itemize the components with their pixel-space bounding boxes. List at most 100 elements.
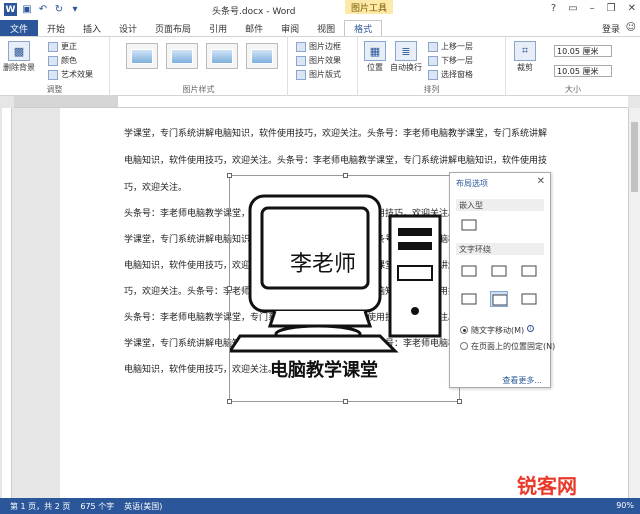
behind-text-wrap-icon[interactable] (490, 291, 508, 307)
tab-insert[interactable]: 插入 (74, 20, 110, 36)
adjust-group-label: 调整 (46, 85, 63, 94)
inline-wrap-icon[interactable] (460, 217, 478, 233)
corrections-icon (48, 41, 58, 52)
resize-handle[interactable] (343, 399, 348, 404)
adjust-group: ▩ 删除背景 更正 颜色 艺术效果 调整 (0, 37, 110, 97)
resize-handle[interactable] (227, 286, 232, 291)
info-icon: i (527, 325, 535, 332)
wrap-section: 文字环绕 (456, 243, 544, 255)
selected-picture[interactable]: 李老师 电脑教学课堂 (227, 173, 462, 404)
see-more-link[interactable]: 查看更多... (502, 375, 542, 386)
artistic-effects-icon (48, 69, 58, 80)
login-link[interactable]: 登录 (602, 22, 620, 35)
watermark: 锐客网 (517, 474, 577, 498)
style-thumb-1[interactable] (126, 43, 158, 69)
position-button[interactable]: ▦ 位置 (364, 41, 386, 73)
layout-options-panel: 布局选项 ✕ 嵌入型 文字环绕 随文字移动(M) i 在页面上的位置固定(N) … (449, 172, 555, 388)
corrections-button[interactable]: 更正 (48, 41, 77, 52)
position-icon: ▦ (364, 41, 386, 61)
color-icon (48, 55, 58, 66)
layout-icon (296, 69, 306, 80)
selection-pane-button[interactable]: 选择窗格 (428, 69, 473, 80)
ribbon-display-icon[interactable]: ▭ (568, 3, 577, 14)
text-line: 巧，欢迎关注。 (124, 183, 188, 193)
vertical-scrollbar[interactable] (628, 108, 640, 498)
tab-mailings[interactable]: 邮件 (236, 20, 272, 36)
tab-format[interactable]: 格式 (344, 20, 383, 36)
undo-icon[interactable]: ↶ (37, 3, 49, 15)
restore-icon[interactable]: ❐ (607, 3, 616, 14)
style-thumb-3[interactable] (206, 43, 238, 69)
picture-caption-text: 电脑教学课堂 (270, 359, 378, 381)
send-backward-button[interactable]: 下移一层 (428, 55, 473, 66)
tab-references[interactable]: 引用 (200, 20, 236, 36)
resize-handle[interactable] (227, 173, 232, 178)
computer-drawing: 李老师 电脑教学课堂 (227, 194, 442, 381)
vertical-ruler (2, 108, 12, 498)
tab-file[interactable]: 文件 (0, 20, 38, 36)
picture-tools-label: 图片工具 (345, 0, 393, 14)
tight-wrap-icon[interactable] (490, 263, 508, 279)
artistic-effects-button[interactable]: 艺术效果 (48, 69, 93, 80)
picture-name-text: 李老师 (290, 252, 356, 277)
radio-selected[interactable] (460, 326, 468, 334)
close-icon[interactable]: ✕ (537, 176, 545, 187)
size-group-label: 大小 (565, 85, 581, 94)
word-logo-icon: W (4, 3, 17, 16)
style-thumb-2[interactable] (166, 43, 198, 69)
help-icon[interactable]: ? (551, 3, 556, 14)
minimize-icon[interactable]: – (590, 3, 595, 14)
width-input[interactable]: 10.05 厘米 (554, 65, 612, 77)
crop-button[interactable]: ⌗ 裁剪 (514, 41, 536, 73)
picture-format-group: 图片边框 图片效果 图片版式 (288, 37, 358, 97)
bring-forward-icon (428, 41, 438, 52)
ribbon-tabs: 文件 开始 插入 设计 页面布局 引用 邮件 审阅 视图 格式 (0, 20, 640, 36)
wrap-text-button[interactable]: ≣ 自动换行 (390, 41, 422, 73)
arrange-group: ▦ 位置 ≣ 自动换行 上移一层 下移一层 选择窗格 排列 (358, 37, 506, 97)
ribbon: ▩ 删除背景 更正 颜色 艺术效果 调整 图片样式 图片边框 图片效果 图片版式… (0, 36, 640, 97)
remove-background-button[interactable]: ▩ 删除背景 (3, 41, 35, 73)
resize-handle[interactable] (227, 399, 232, 404)
scroll-thumb[interactable] (631, 122, 638, 192)
picture-border-button[interactable]: 图片边框 (296, 41, 341, 52)
word-count[interactable]: 675 个字 (80, 501, 114, 512)
tab-review[interactable]: 审阅 (272, 20, 308, 36)
resize-handle[interactable] (343, 173, 348, 178)
close-icon[interactable]: ✕ (628, 3, 636, 14)
top-bottom-wrap-icon[interactable] (460, 291, 478, 307)
selection-pane-icon (428, 69, 438, 80)
tab-design[interactable]: 设计 (110, 20, 146, 36)
style-thumb-4[interactable] (246, 43, 278, 69)
remove-background-icon: ▩ (8, 41, 30, 61)
redo-icon[interactable]: ↻ (53, 3, 65, 15)
feedback-icon[interactable]: ☺ (626, 22, 636, 33)
status-bar: 第 1 页，共 2 页 675 个字 英语(美国) 90% (0, 498, 640, 514)
tab-home[interactable]: 开始 (38, 20, 74, 36)
tab-view[interactable]: 视图 (308, 20, 344, 36)
in-front-wrap-icon[interactable] (520, 291, 538, 307)
resize-handle[interactable] (457, 399, 462, 404)
picture-effects-button[interactable]: 图片效果 (296, 55, 341, 66)
window-controls: ? ▭ – ❐ ✕ (551, 3, 636, 14)
square-wrap-icon[interactable] (460, 263, 478, 279)
wrap-text-icon: ≣ (395, 41, 417, 61)
radio-unselected[interactable] (460, 342, 468, 350)
document-title: 头条号.docx - Word (212, 7, 296, 17)
arrange-group-label: 排列 (423, 85, 440, 94)
zoom-level[interactable]: 90% (616, 501, 634, 510)
customize-qa-icon[interactable]: ▾ (69, 3, 81, 15)
color-button[interactable]: 颜色 (48, 55, 77, 66)
fix-position-option[interactable]: 在页面上的位置固定(N) (460, 341, 555, 352)
bring-forward-button[interactable]: 上移一层 (428, 41, 473, 52)
tab-page-layout[interactable]: 页面布局 (146, 20, 200, 36)
crop-icon: ⌗ (514, 41, 536, 61)
page-count[interactable]: 第 1 页，共 2 页 (10, 501, 70, 512)
move-with-text-option[interactable]: 随文字移动(M) i (460, 325, 535, 336)
language[interactable]: 英语(美国) (124, 501, 162, 512)
picture-styles-group: 图片样式 (110, 37, 288, 97)
picture-layout-button[interactable]: 图片版式 (296, 69, 341, 80)
height-input[interactable]: 10.05 厘米 (554, 45, 612, 57)
save-icon[interactable]: ▣ (21, 3, 33, 15)
size-group: ⌗ 裁剪 10.05 厘米 10.05 厘米 大小 (506, 37, 640, 97)
through-wrap-icon[interactable] (520, 263, 538, 279)
